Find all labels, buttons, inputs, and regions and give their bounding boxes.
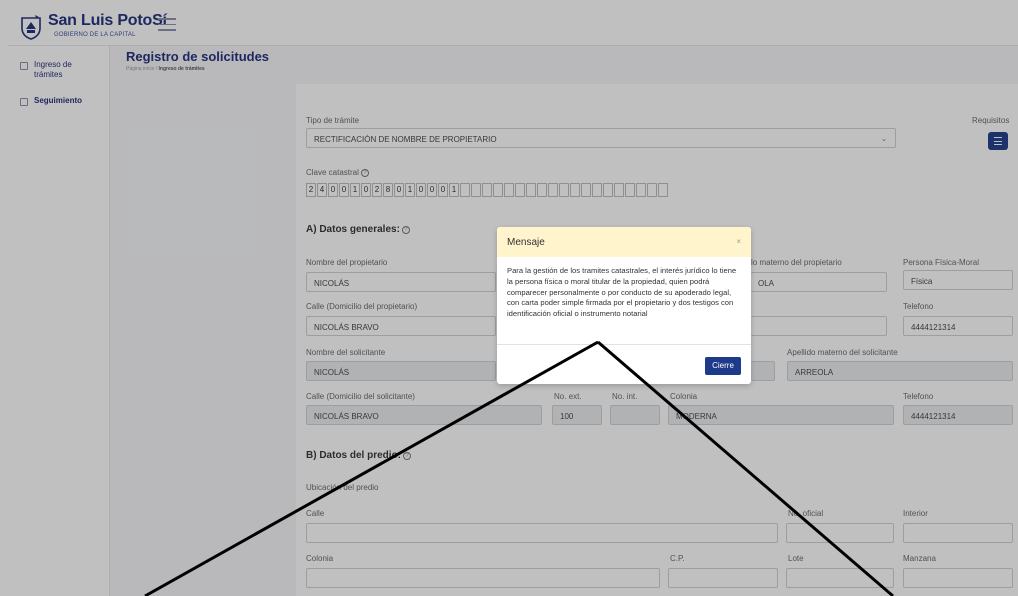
annotation-strokes [144, 340, 894, 596]
